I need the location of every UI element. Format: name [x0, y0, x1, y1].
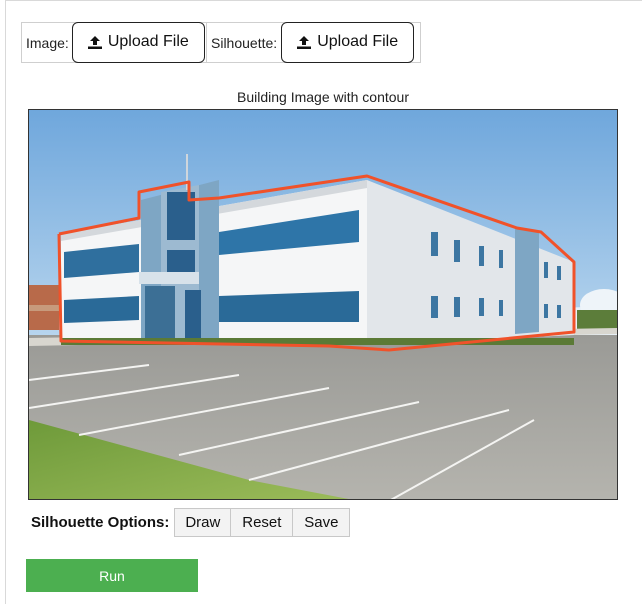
save-button[interactable]: Save [293, 508, 351, 537]
upload-icon [87, 35, 102, 49]
silhouette-upload-button-label: Upload File [317, 33, 399, 50]
run-button[interactable]: Run [26, 559, 198, 592]
silhouette-upload-group: Silhouette: Upload File [207, 21, 421, 63]
page-frame-top [5, 0, 642, 1]
image-panel-title: Building Image with contour [237, 89, 409, 105]
image-upload-button-label: Upload File [107, 33, 189, 50]
image-upload-button[interactable]: Upload File [71, 21, 205, 63]
image-upload-label: Image: [26, 34, 69, 51]
silhouette-options-row: Silhouette Options: Draw Reset Save [31, 508, 351, 537]
silhouette-options-label: Silhouette Options: [31, 514, 170, 531]
upload-icon [297, 35, 312, 49]
silhouette-upload-label: Silhouette: [211, 34, 278, 51]
reset-button[interactable]: Reset [231, 508, 294, 537]
silhouette-upload-button[interactable]: Upload File [281, 21, 415, 63]
draw-button[interactable]: Draw [174, 508, 232, 537]
page-frame-left [5, 0, 6, 604]
building-image [28, 109, 618, 500]
image-upload-group: Image: Upload File [21, 21, 207, 63]
